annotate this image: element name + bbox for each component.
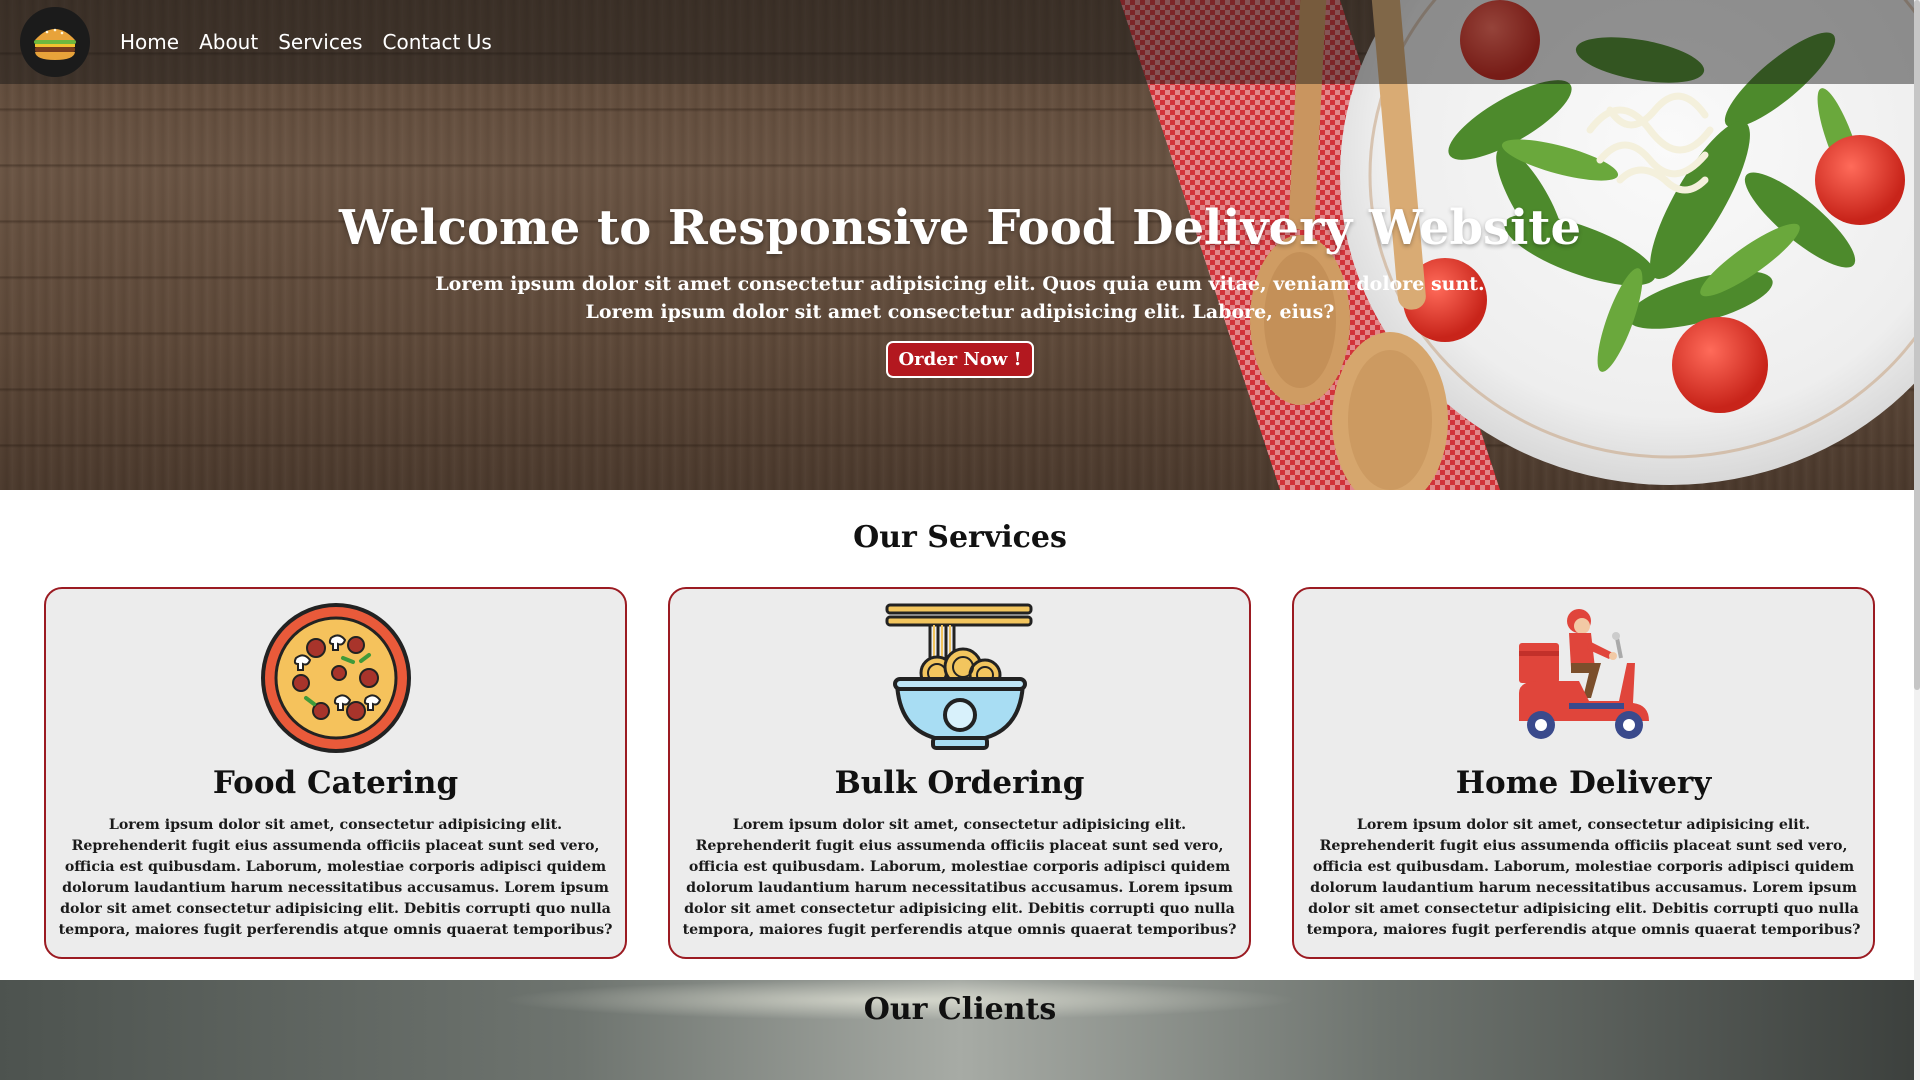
- services-section: Our Services Food Catering Lorem ipsum d…: [0, 490, 1920, 980]
- noodle-bowl-icon: [885, 603, 1032, 750]
- card-text: Lorem ipsum dolor sit amet, consectetur …: [1306, 817, 1861, 938]
- card-title: Bulk Ordering: [834, 765, 1085, 801]
- hero-subtitle-line1: Lorem ipsum dolor sit amet consectetur a…: [435, 273, 1485, 295]
- service-card-bulk-ordering: Bulk Ordering Lorem ipsum dolor sit amet…: [668, 587, 1251, 959]
- nav-link-about[interactable]: About: [199, 30, 258, 54]
- clients-title: Our Clients: [863, 992, 1057, 1027]
- navbar: Home About Services Contact Us: [0, 0, 1920, 84]
- delivery-scooter-icon: [1518, 609, 1649, 739]
- nav-link-home[interactable]: Home: [120, 30, 179, 54]
- card-title: Home Delivery: [1455, 765, 1712, 801]
- clients-section: Our Clients: [0, 980, 1920, 1080]
- hero-content: Welcome to Responsive Food Delivery Webs…: [0, 200, 1920, 378]
- nav-link-services[interactable]: Services: [278, 30, 362, 54]
- hero-title: Welcome to Responsive Food Delivery Webs…: [338, 200, 1582, 256]
- scrollbar-thumb[interactable]: [1914, 0, 1920, 690]
- service-card-home-delivery: Home Delivery Lorem ipsum dolor sit amet…: [1292, 587, 1875, 959]
- hero-subtitle: Lorem ipsum dolor sit amet consectetur a…: [0, 270, 1920, 326]
- order-now-button[interactable]: Order Now !: [886, 341, 1034, 378]
- hero-section: Home About Services Contact Us Welcome t…: [0, 0, 1920, 490]
- hero-subtitle-line2: Lorem ipsum dolor sit amet consectetur a…: [585, 301, 1335, 323]
- burger-icon[interactable]: [20, 7, 90, 77]
- pizza-icon: [260, 603, 411, 753]
- card-text: Lorem ipsum dolor sit amet, consectetur …: [682, 817, 1237, 938]
- nav-links: Home About Services Contact Us: [120, 30, 492, 54]
- page-scrollbar[interactable]: [1914, 0, 1920, 1080]
- service-cards: Food Catering Lorem ipsum dolor sit amet…: [44, 587, 1875, 959]
- service-card-food-catering: Food Catering Lorem ipsum dolor sit amet…: [44, 587, 627, 959]
- card-text: Lorem ipsum dolor sit amet, consectetur …: [58, 817, 613, 938]
- card-title: Food Catering: [212, 765, 459, 801]
- services-title: Our Services: [853, 520, 1067, 555]
- nav-link-contact[interactable]: Contact Us: [383, 30, 492, 54]
